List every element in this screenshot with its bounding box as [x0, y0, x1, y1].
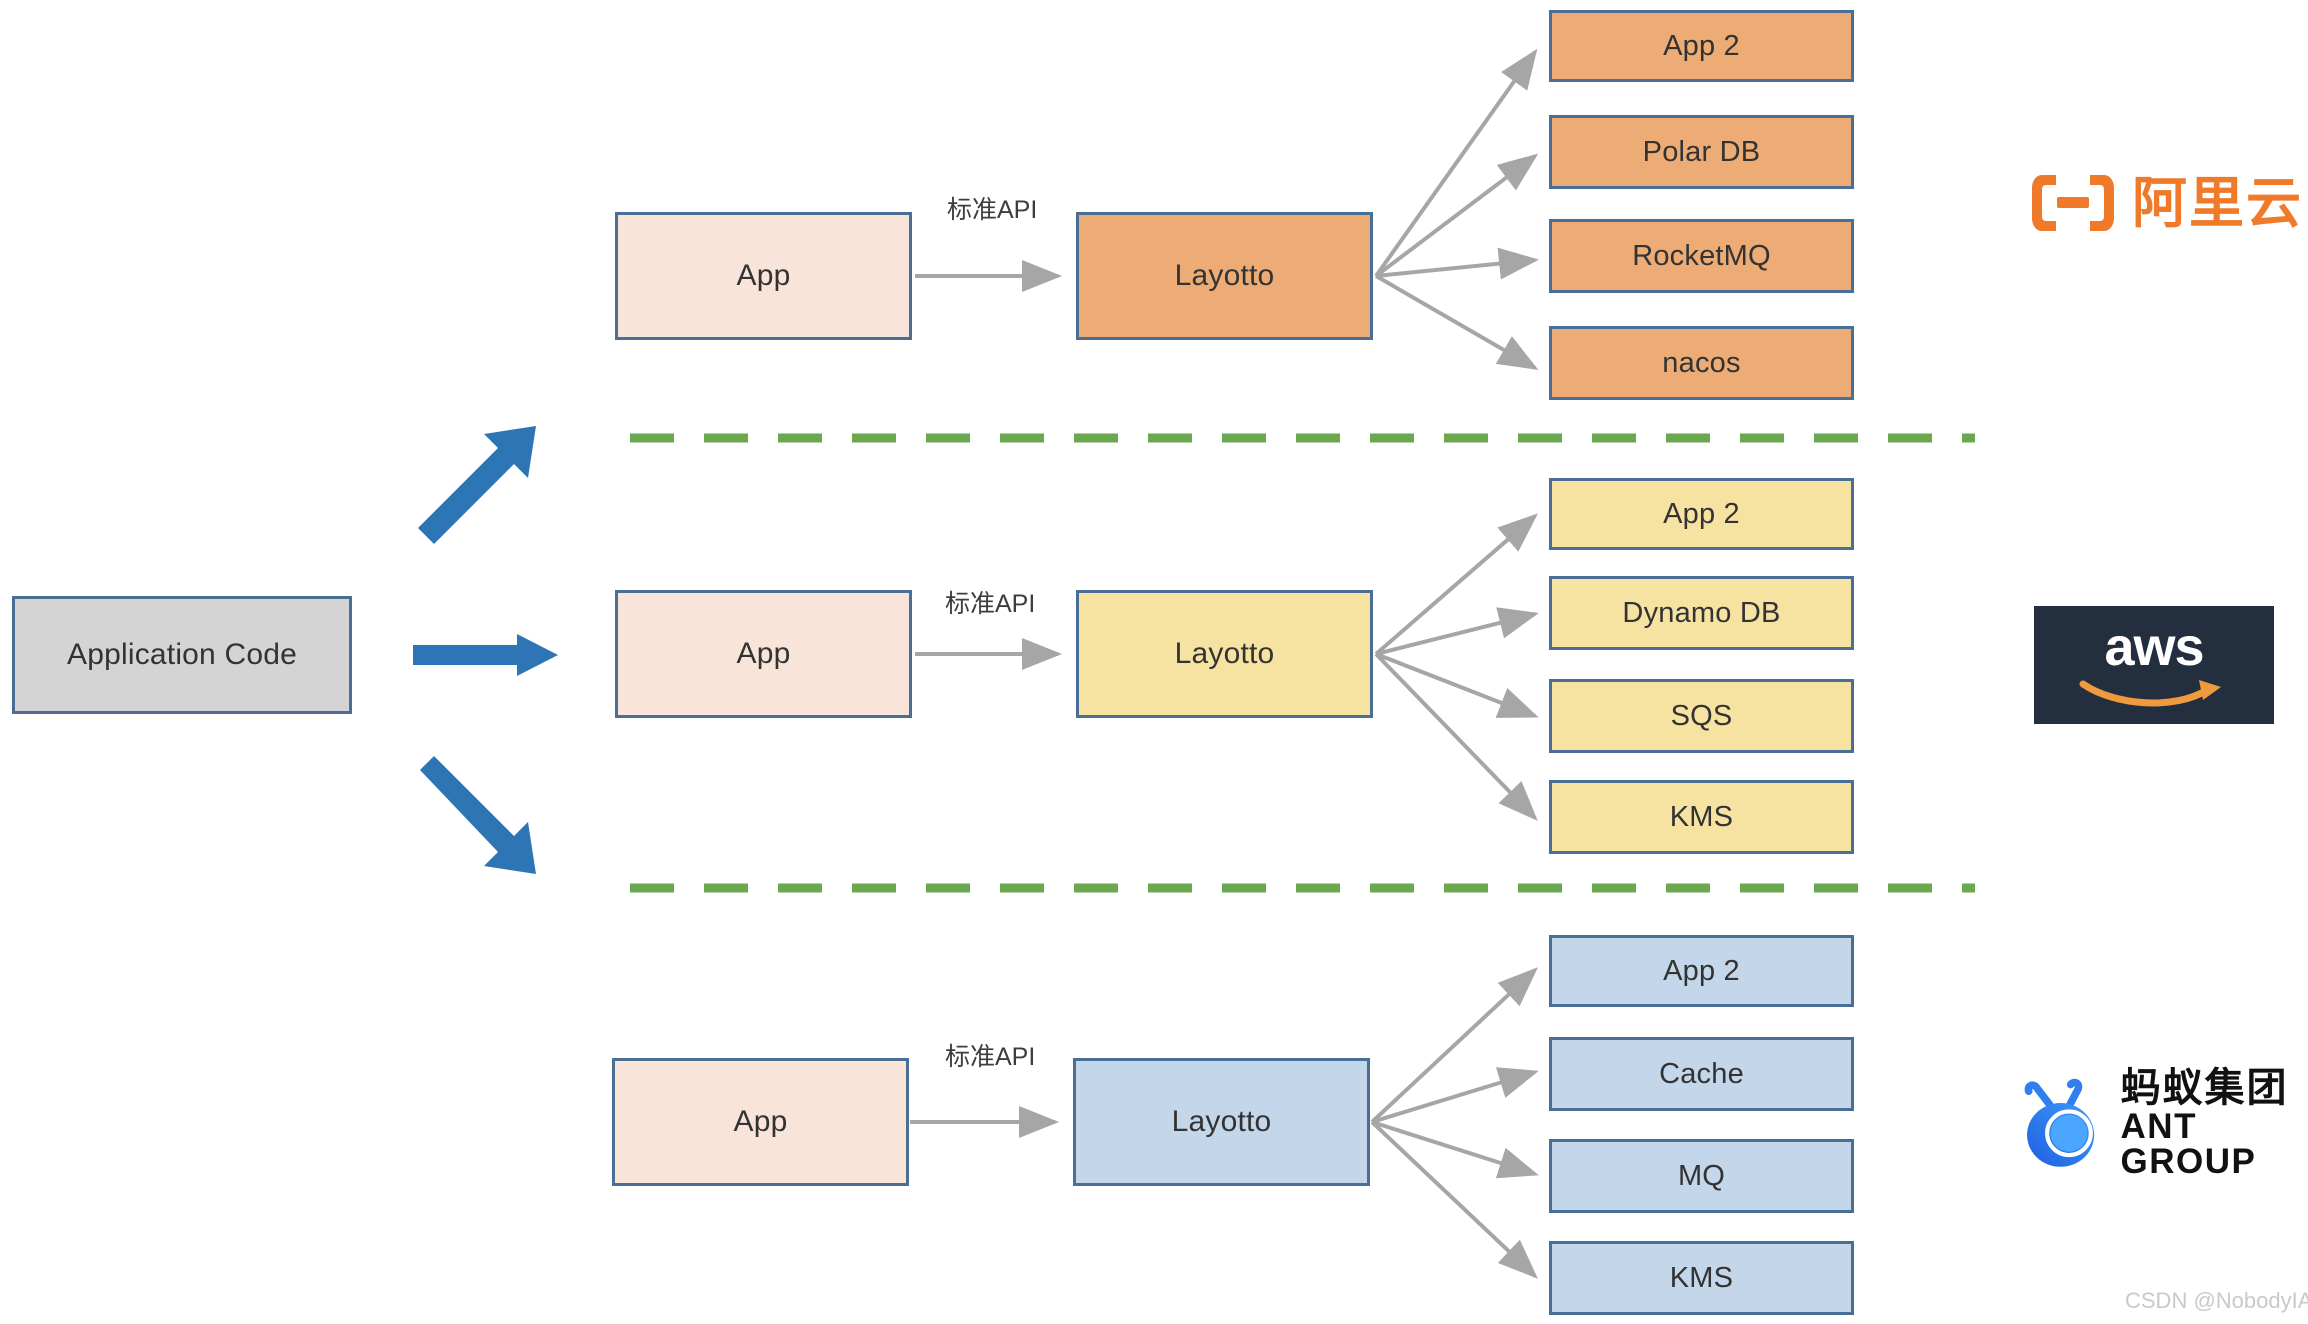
node-service-aws-4[interactable]: KMS: [1549, 780, 1854, 854]
alibaba-cloud-logo-text: 阿里云: [2132, 171, 2304, 234]
node-service-ant-3[interactable]: MQ: [1549, 1139, 1854, 1213]
node-label: App 2: [1663, 497, 1740, 530]
node-label: Dynamo DB: [1622, 596, 1781, 629]
ant-group-logo-text-en: ANT GROUP: [2120, 1106, 2257, 1182]
node-label: App: [736, 637, 791, 670]
layotto-to-service-3-1: [1370, 967, 1538, 1124]
node-label: MQ: [1677, 1159, 1726, 1192]
ant-group-mark: [2024, 1078, 2095, 1167]
api-label-alicloud: 标准API: [947, 196, 1038, 224]
layotto-to-service-3-4: [1370, 1120, 1538, 1279]
node-label: App 2: [1663, 954, 1740, 987]
layotto-to-service-2-4: [1374, 652, 1538, 821]
node-service-alicloud-2[interactable]: Polar DB: [1549, 115, 1854, 189]
ant-group-logo: 蚂蚁集团 ANT GROUP: [2022, 1068, 2308, 1180]
diagram-canvas: Application Code App 标准API Layotto App 2…: [0, 0, 2308, 1324]
node-layotto-alicloud[interactable]: Layotto: [1076, 212, 1373, 340]
layotto-to-service-3-2: [1371, 1067, 1539, 1124]
node-app-alicloud[interactable]: App: [615, 212, 912, 340]
node-label: App 2: [1663, 29, 1740, 62]
layotto-to-service-3-3: [1371, 1120, 1539, 1179]
node-label: Layotto: [1171, 1105, 1272, 1138]
alibaba-cloud-mark: [2032, 175, 2114, 231]
api-label-aws: 标准API: [945, 590, 1036, 618]
layotto-to-service-2-3: [1375, 652, 1539, 718]
node-label: Cache: [1659, 1057, 1744, 1090]
node-label: SQS: [1670, 699, 1733, 732]
node-label: Layotto: [1174, 259, 1275, 292]
layotto-to-service-1-3: [1375, 247, 1539, 280]
node-layotto-aws[interactable]: Layotto: [1076, 590, 1373, 718]
aws-logo-text: aws: [2104, 617, 2204, 678]
node-app-ant[interactable]: App: [612, 1058, 909, 1186]
node-layotto-ant[interactable]: Layotto: [1073, 1058, 1370, 1186]
layotto-to-service-1-4: [1374, 274, 1539, 371]
aws-logo: aws: [2034, 606, 2274, 724]
node-label: App: [736, 259, 791, 292]
node-service-ant-1[interactable]: App 2: [1549, 935, 1854, 1007]
node-service-aws-1[interactable]: App 2: [1549, 478, 1854, 550]
node-service-alicloud-3[interactable]: RocketMQ: [1549, 219, 1854, 293]
node-label: Polar DB: [1642, 135, 1761, 168]
layotto-to-service-2-1: [1374, 513, 1539, 656]
node-app-aws[interactable]: App: [615, 590, 912, 718]
node-service-alicloud-1[interactable]: App 2: [1549, 10, 1854, 82]
layotto-to-service-1-2: [1374, 153, 1539, 278]
layotto-to-service-2-2: [1375, 607, 1539, 656]
node-label: nacos: [1662, 346, 1741, 379]
node-application-code[interactable]: Application Code: [12, 596, 352, 714]
node-service-ant-2[interactable]: Cache: [1549, 1037, 1854, 1111]
node-label: KMS: [1669, 800, 1734, 833]
node-service-aws-3[interactable]: SQS: [1549, 679, 1854, 753]
arrow-to-aws-row: [413, 634, 558, 676]
node-label: Layotto: [1174, 637, 1275, 670]
source-fanout-arrows: [413, 426, 558, 874]
alibaba-cloud-logo: 阿里云: [2030, 172, 2303, 234]
node-label: KMS: [1669, 1261, 1734, 1294]
layotto-to-service-1-1: [1374, 48, 1538, 278]
arrow-to-ant-row: [420, 756, 536, 874]
node-service-alicloud-4[interactable]: nacos: [1549, 326, 1854, 400]
arrow-to-alicloud-row: [418, 426, 536, 544]
node-label: App: [733, 1105, 788, 1138]
node-service-aws-2[interactable]: Dynamo DB: [1549, 576, 1854, 650]
aws-smile-icon: [2079, 679, 2221, 707]
ant-group-logo-text-cn: 蚂蚁集团: [2120, 1066, 2289, 1110]
node-service-ant-4[interactable]: KMS: [1549, 1241, 1854, 1315]
ant-group-logo-text: 蚂蚁集团 ANT GROUP: [2121, 1068, 2308, 1180]
node-label: RocketMQ: [1632, 239, 1771, 272]
api-label-ant: 标准API: [945, 1043, 1036, 1071]
node-label: Application Code: [66, 638, 298, 671]
watermark: CSDN @NobodyIAm: [2125, 1288, 2308, 1313]
